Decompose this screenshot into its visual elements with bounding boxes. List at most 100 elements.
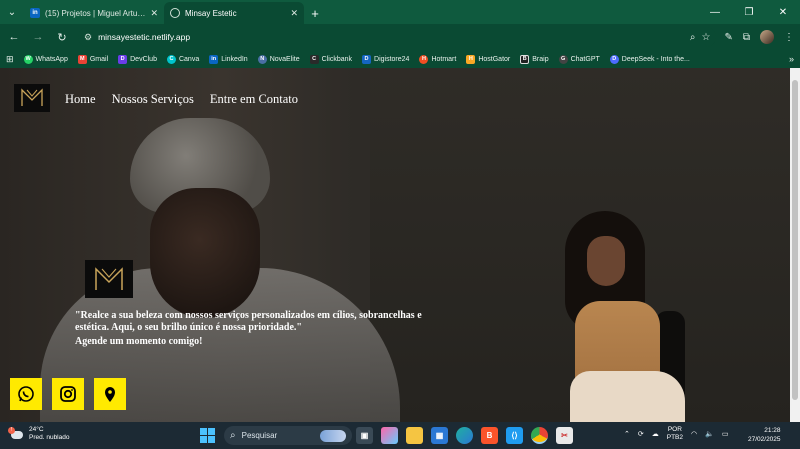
edge-icon[interactable] xyxy=(456,427,473,444)
bookmark-hostgator[interactable]: H HostGator xyxy=(466,54,511,64)
search-placeholder: Pesquisar xyxy=(241,431,278,440)
taskbar-apps: ▣ ▦ B ⟨⟩ ✂ xyxy=(356,427,573,444)
bookmark-clickbank[interactable]: C Clickbank xyxy=(309,54,352,64)
bookmark-label: Gmail xyxy=(89,55,109,63)
site-info-icon[interactable]: ⚙ xyxy=(84,32,92,43)
microsoft-store-icon[interactable]: ▦ xyxy=(431,427,448,444)
bookmark-label: Canva xyxy=(178,55,200,63)
scrollbar-thumb[interactable] xyxy=(792,80,798,400)
site-nav: Home Nossos Serviços Entre em Contato xyxy=(65,92,298,107)
bookmark-novaelite[interactable]: N NovaElite xyxy=(257,54,300,64)
bookmark-chatgpt[interactable]: G ChatGPT xyxy=(558,54,600,64)
nav-services-link[interactable]: Nossos Serviços xyxy=(112,92,194,107)
tab-minsay-estetic[interactable]: Minsay Estetic ✕ xyxy=(164,2,304,24)
wifi-icon[interactable]: ◠ xyxy=(691,430,697,438)
linkedin-icon: in xyxy=(209,54,219,64)
chrome-icon[interactable] xyxy=(531,427,548,444)
tab-label: Minsay Estetic xyxy=(185,8,237,18)
sync-icon[interactable]: ⟳ xyxy=(638,430,644,438)
new-tab-button[interactable]: + xyxy=(304,2,326,24)
bookmark-label: HostGator xyxy=(478,55,511,63)
hero-cta-text: Agende um momento comigo! xyxy=(75,336,203,347)
location-button[interactable] xyxy=(94,378,126,410)
more-bookmarks-icon[interactable]: » xyxy=(789,54,794,64)
bookmarks-bar: ⊞ W WhatsApp M Gmail D DevClub C Canva in Lin… xyxy=(0,50,800,68)
nav-home-link[interactable]: Home xyxy=(65,92,96,107)
weather-widget[interactable]: ! 24°C Pred. nublado xyxy=(8,426,69,442)
clock-date: 27/02/2025 xyxy=(748,436,781,443)
brave-icon[interactable]: B xyxy=(481,427,498,444)
taskbar-search[interactable]: ⌕ Pesquisar xyxy=(224,426,352,445)
weather-temp: 24°C xyxy=(29,426,44,433)
nav-contact-link[interactable]: Entre em Contato xyxy=(210,92,298,107)
minimize-icon[interactable]: — xyxy=(698,0,732,24)
hero-tagline: "Realce a sua beleza com nossos serviços… xyxy=(75,310,422,333)
extensions-icon[interactable]: ⧉ xyxy=(743,32,750,43)
vscode-icon[interactable]: ⟨⟩ xyxy=(506,427,523,444)
bookmark-linkedin[interactable]: in LinkedIn xyxy=(209,54,248,64)
close-window-icon[interactable]: ✕ xyxy=(766,0,800,24)
language-indicator[interactable]: POR PTB2 xyxy=(667,426,683,442)
monogram-logo-icon xyxy=(95,267,123,290)
file-explorer-icon[interactable] xyxy=(406,427,423,444)
apps-grid-icon[interactable]: ⊞ xyxy=(6,54,14,65)
edit-pen-icon[interactable]: ✎ xyxy=(724,32,732,43)
hotmart-flame-icon: H xyxy=(419,54,429,64)
bookmark-label: Digistore24 xyxy=(374,55,410,63)
bookmark-whatsapp[interactable]: W WhatsApp xyxy=(23,54,68,64)
snipping-tool-icon[interactable]: ✂ xyxy=(556,427,573,444)
tab-search-chevron-icon[interactable]: ⌄ xyxy=(0,0,24,24)
reload-icon[interactable]: ↻ xyxy=(54,29,70,45)
monogram-logo-icon xyxy=(21,88,43,106)
close-icon[interactable]: ✕ xyxy=(290,8,298,19)
bookmark-label: Braip xyxy=(532,55,549,63)
task-view-icon[interactable]: ▣ xyxy=(356,427,373,444)
volume-icon[interactable]: 🔈 xyxy=(705,430,714,438)
onedrive-cloud-icon[interactable]: ☁ xyxy=(652,430,659,438)
site-logo[interactable] xyxy=(14,84,50,112)
globe-icon xyxy=(170,8,180,18)
hero-logo xyxy=(85,260,133,298)
url-text[interactable]: minsayestetic.netlify.app xyxy=(98,32,684,42)
bookmark-hotmart[interactable]: H Hotmart xyxy=(419,54,457,64)
tab-linkedin[interactable]: in (15) Projetos | Miguel Artur | Lin ✕ xyxy=(24,2,164,24)
windows-taskbar: ! 24°C Pred. nublado ⌕ Pesquisar ▣ ▦ B ⟨… xyxy=(0,422,800,449)
bookmark-braip[interactable]: B Braip xyxy=(520,54,549,64)
bookmark-label: Hotmart xyxy=(431,55,457,63)
zoom-icon[interactable]: ⌕ xyxy=(690,32,696,43)
profile-avatar[interactable] xyxy=(760,30,774,44)
back-arrow-icon[interactable]: ← xyxy=(6,29,22,45)
gmail-icon: M xyxy=(77,54,87,64)
address-bar[interactable]: ⚙ minsayestetic.netlify.app ⌕ ☆ xyxy=(78,27,717,47)
tray-overflow-chevron-icon[interactable]: ⌃ xyxy=(624,430,630,438)
instagram-button[interactable] xyxy=(52,378,84,410)
page-scrollbar[interactable] xyxy=(790,68,800,422)
bookmark-digistore24[interactable]: D Digistore24 xyxy=(362,54,410,64)
deepseek-whale-icon: D xyxy=(609,54,619,64)
bookmark-label: LinkedIn xyxy=(221,55,248,63)
tab-label: (15) Projetos | Miguel Artur | Lin xyxy=(45,8,145,18)
canva-icon: C xyxy=(166,54,176,64)
legs-shape xyxy=(570,371,685,422)
window-controls: — ❐ ✕ xyxy=(698,0,800,24)
battery-icon[interactable]: ▭ xyxy=(722,430,729,438)
browser-toolbar: ← → ↻ ⚙ minsayestetic.netlify.app ⌕ ☆ ✎ … xyxy=(0,24,800,50)
close-icon[interactable]: ✕ xyxy=(150,8,158,19)
novaelite-icon: N xyxy=(257,54,267,64)
copilot-icon[interactable] xyxy=(381,427,398,444)
maximize-icon[interactable]: ❐ xyxy=(732,0,766,24)
bookmark-devclub[interactable]: D DevClub xyxy=(118,54,157,64)
forward-arrow-icon[interactable]: → xyxy=(30,29,46,45)
menu-kebab-icon[interactable]: ⋮ xyxy=(784,32,794,43)
taskbar-clock[interactable]: 21:28 27/02/2025 xyxy=(748,426,781,444)
instagram-icon xyxy=(60,386,76,402)
bookmark-star-icon[interactable]: ☆ xyxy=(702,32,711,43)
bookmark-deepseek[interactable]: D DeepSeek - Into the... xyxy=(609,54,690,64)
bookmark-gmail[interactable]: M Gmail xyxy=(77,54,109,64)
location-pin-icon xyxy=(105,387,115,402)
bookmark-canva[interactable]: C Canva xyxy=(166,54,200,64)
background-photo-face xyxy=(150,188,260,318)
devclub-icon: D xyxy=(118,54,128,64)
start-button[interactable] xyxy=(200,428,215,443)
whatsapp-button[interactable] xyxy=(10,378,42,410)
